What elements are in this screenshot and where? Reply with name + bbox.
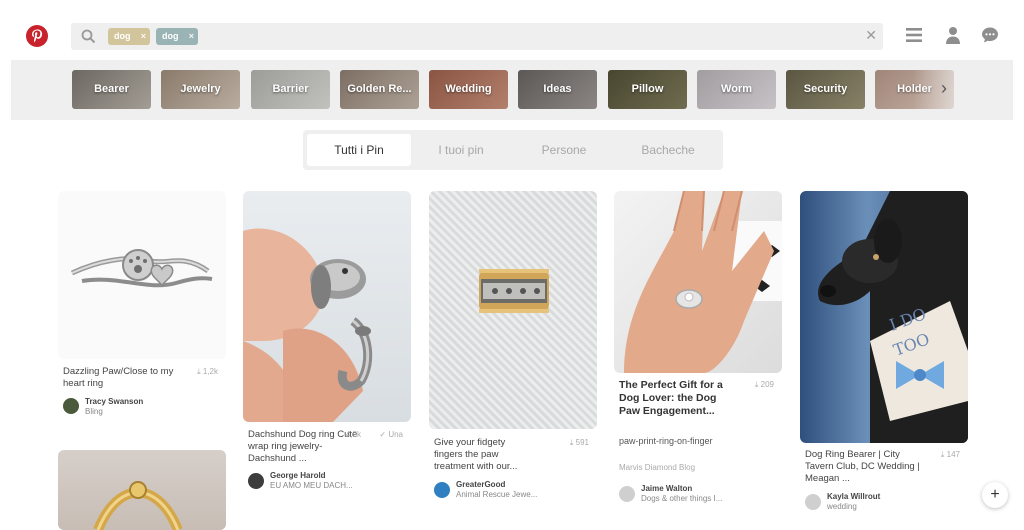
search-icon — [81, 29, 96, 44]
category-chip[interactable]: Pillow — [608, 70, 687, 109]
board-name[interactable]: Animal Rescue Jewe... — [456, 490, 537, 499]
chip-label: dog — [162, 31, 179, 41]
check-icon: ✓ — [379, 430, 387, 439]
avatar[interactable] — [434, 482, 450, 498]
pin-save-count: 4,2k — [346, 430, 361, 439]
pin-image[interactable] — [58, 191, 226, 359]
avatar[interactable] — [63, 398, 79, 414]
chip-remove-icon[interactable]: × — [189, 28, 194, 45]
save-count-value: 147 — [946, 450, 960, 459]
category-guides: Bearer Jewelry Barrier Golden Re... Wedd… — [11, 60, 1013, 120]
chat-icon[interactable] — [981, 26, 999, 44]
pin-title: The Perfect Gift for a Dog Lover: the Do… — [619, 379, 723, 417]
board-name[interactable]: EU AMO MEU DACH... — [270, 481, 353, 490]
pin-save-count: ⤓ 147 — [941, 450, 960, 460]
search-filter-tabs: Tutti i Pin I tuoi pin Persone Bacheche — [303, 130, 723, 170]
pin-source[interactable]: Marvis Diamond Blog — [619, 463, 695, 472]
pinner-name[interactable]: Kayla Willrout — [827, 492, 880, 501]
category-chip[interactable]: Golden Re... — [340, 70, 419, 109]
pin-icon: ⤓ — [569, 438, 574, 447]
search-bar[interactable]: dog × dog × ✕ — [71, 23, 883, 50]
pinner-name[interactable]: George Harold — [270, 471, 326, 480]
tab-all-pins[interactable]: Tutti i Pin — [307, 134, 411, 166]
board-name[interactable]: Bling — [85, 407, 103, 416]
header: dog × dog × ✕ — [0, 0, 1024, 60]
pin-image[interactable] — [58, 450, 226, 530]
category-chip[interactable]: Jewelry — [161, 70, 240, 109]
pin-image[interactable]: I DO TOO — [800, 191, 968, 443]
pinner-name[interactable]: Tracy Swanson — [85, 397, 143, 406]
pin-title: Give your fidgety fingers the paw treatm… — [434, 437, 518, 472]
tab-your-pins[interactable]: I tuoi pin — [411, 134, 511, 166]
pin-description: paw-print-ring-on-finger — [619, 436, 713, 446]
save-count-value: 4,2k — [345, 430, 361, 439]
like-count-value: Una — [388, 430, 403, 439]
pin-title: Dog Ring Bearer | City Tavern Club, DC W… — [805, 449, 920, 484]
menu-icon[interactable] — [905, 26, 923, 44]
pinterest-logo-icon[interactable] — [26, 25, 48, 47]
chevron-right-icon[interactable]: › — [941, 78, 947, 99]
pinner-name[interactable]: Jaime Walton — [641, 484, 692, 493]
pin-save-count: ⤓ 591 — [570, 438, 589, 448]
plus-icon[interactable]: + — [982, 482, 1008, 508]
user-icon[interactable] — [944, 26, 962, 44]
category-chip[interactable]: Wedding — [429, 70, 508, 109]
save-count-value: 591 — [575, 438, 589, 447]
pin-title: Dazzling Paw/Close to my heart ring — [63, 366, 174, 389]
save-count-value: 209 — [760, 380, 774, 389]
search-chip[interactable]: dog × — [156, 28, 198, 45]
board-name[interactable]: wedding — [827, 502, 857, 511]
pin-image[interactable] — [429, 191, 597, 429]
clear-search-icon[interactable]: ✕ — [865, 27, 877, 44]
strip-fade — [913, 60, 1013, 120]
category-chip[interactable]: Worm — [697, 70, 776, 109]
avatar[interactable] — [248, 473, 264, 489]
tab-people[interactable]: Persone — [513, 134, 615, 166]
pin-icon: ⤓ — [940, 450, 945, 459]
pin-like-count: ✓ Una — [379, 430, 403, 439]
board-name[interactable]: Dogs & other things I... — [641, 494, 722, 503]
category-chip[interactable]: Bearer — [72, 70, 151, 109]
category-chip[interactable]: Barrier — [251, 70, 330, 109]
chip-label: dog — [114, 31, 131, 41]
category-chip[interactable]: Security — [786, 70, 865, 109]
pin-save-count: ⤓ 209 — [755, 380, 774, 390]
category-chip[interactable]: Ideas — [518, 70, 597, 109]
pin-image[interactable] — [243, 191, 411, 422]
pinner-name[interactable]: GreaterGood — [456, 480, 505, 489]
pin-save-count: ⤓ 1,2k — [197, 367, 218, 377]
search-chip[interactable]: dog × — [108, 28, 150, 45]
avatar[interactable] — [805, 494, 821, 510]
pin-icon: ⤓ — [197, 367, 201, 376]
pin-image[interactable] — [614, 191, 782, 373]
pin-icon: ⤓ — [754, 380, 759, 389]
tab-boards[interactable]: Bacheche — [617, 134, 719, 166]
save-count-value: 1,2k — [202, 367, 218, 376]
chip-remove-icon[interactable]: × — [141, 28, 146, 45]
avatar[interactable] — [619, 486, 635, 502]
